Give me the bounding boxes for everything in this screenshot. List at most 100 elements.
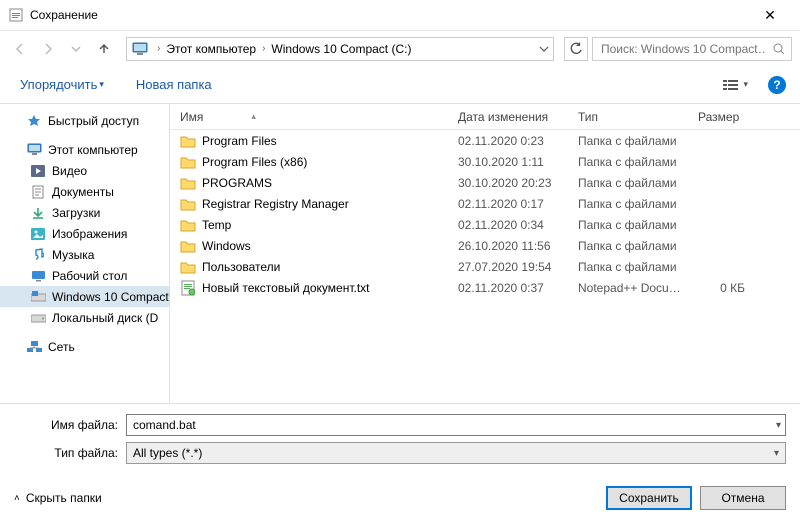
new-folder-button[interactable]: Новая папка — [130, 73, 218, 96]
sidebar-item-drive-d[interactable]: Локальный диск (D — [0, 307, 169, 328]
sidebar-item-drive-c[interactable]: Windows 10 Compact — [0, 286, 169, 307]
desktop-icon — [30, 268, 46, 284]
search-icon — [773, 43, 785, 55]
drive-icon — [30, 289, 46, 305]
file-row[interactable]: Program Files (x86) 30.10.2020 1:11Папка … — [170, 151, 800, 172]
network-icon — [26, 339, 42, 355]
file-row[interactable]: PROGRAMS 30.10.2020 20:23Папка с файлами — [170, 172, 800, 193]
video-icon — [30, 163, 46, 179]
file-date: 30.10.2020 20:23 — [450, 176, 570, 190]
view-options-button[interactable]: ▾ — [719, 75, 752, 95]
folder-icon — [180, 238, 196, 254]
document-icon — [30, 184, 46, 200]
chevron-right-icon: › — [262, 43, 265, 54]
breadcrumb-dropdown[interactable] — [539, 44, 549, 54]
column-header-name[interactable]: Имя ▴ — [170, 110, 450, 124]
app-icon — [8, 7, 24, 23]
text-file-icon — [180, 280, 196, 296]
breadcrumb[interactable]: › Этот компьютер › Windows 10 Compact (C… — [126, 37, 554, 61]
picture-icon — [30, 226, 46, 242]
file-type: Папка с файлами — [570, 239, 690, 253]
hide-folders-link[interactable]: ˄ Скрыть папки — [14, 491, 102, 505]
file-row[interactable]: Program Files 02.11.2020 0:23Папка с файл… — [170, 130, 800, 151]
file-name: PROGRAMS — [202, 176, 272, 190]
filename-field[interactable]: ▾ — [126, 414, 786, 436]
chevron-down-icon[interactable]: ▾ — [776, 420, 781, 431]
recent-button[interactable] — [64, 37, 88, 61]
sidebar-item-videos[interactable]: Видео — [0, 160, 169, 181]
star-icon — [26, 113, 42, 129]
file-name: Новый текстовый документ.txt — [202, 281, 370, 295]
folder-icon — [180, 154, 196, 170]
file-row[interactable]: Temp02.11.2020 0:34Папка с файлами — [170, 214, 800, 235]
file-name: Пользователи — [202, 260, 280, 274]
column-header-date[interactable]: Дата изменения — [450, 110, 570, 124]
sidebar-item-desktop[interactable]: Рабочий стол — [0, 265, 169, 286]
breadcrumb-item[interactable]: Этот компьютер — [164, 42, 258, 56]
column-header-type[interactable]: Тип — [570, 110, 690, 124]
filetype-select[interactable]: All types (*.*) ▾ — [126, 442, 786, 464]
back-button[interactable] — [8, 37, 32, 61]
filename-input[interactable] — [131, 417, 776, 433]
sort-asc-icon: ▴ — [251, 111, 256, 122]
file-row[interactable]: Windows 26.10.2020 11:56Папка с файлами — [170, 235, 800, 256]
organize-button[interactable]: Упорядочить ▾ — [14, 73, 110, 96]
sidebar-item-network[interactable]: Сеть — [0, 336, 169, 357]
help-button[interactable]: ? — [768, 76, 786, 94]
chevron-down-icon: ▾ — [774, 448, 779, 459]
folder-icon — [180, 175, 196, 191]
close-button[interactable]: ✕ — [750, 7, 790, 24]
search-input[interactable] — [599, 41, 767, 57]
file-date: 02.11.2020 0:37 — [450, 281, 570, 295]
file-date: 02.11.2020 0:17 — [450, 197, 570, 211]
file-name: Program Files (x86) — [202, 155, 307, 169]
column-header-size[interactable]: Размер — [690, 110, 800, 124]
file-type: Папка с файлами — [570, 197, 690, 211]
file-date: 26.10.2020 11:56 — [450, 239, 570, 253]
chevron-up-icon: ˄ — [14, 493, 20, 504]
breadcrumb-item[interactable]: Windows 10 Compact (C:) — [269, 42, 413, 56]
search-box[interactable] — [592, 37, 792, 61]
filetype-label: Тип файла: — [14, 446, 126, 460]
file-name: Windows — [202, 239, 251, 253]
folder-icon — [180, 196, 196, 212]
chevron-down-icon: ▾ — [99, 79, 104, 90]
folder-icon — [180, 133, 196, 149]
filename-label: Имя файла: — [14, 418, 126, 432]
download-icon — [30, 205, 46, 221]
save-button[interactable]: Сохранить — [606, 486, 692, 510]
folder-icon — [180, 259, 196, 275]
file-size: 0 КБ — [690, 281, 800, 295]
file-row[interactable]: Registrar Registry Manager 02.11.2020 0:1… — [170, 193, 800, 214]
pc-icon — [26, 142, 42, 158]
file-type: Папка с файлами — [570, 155, 690, 169]
file-date: 02.11.2020 0:23 — [450, 134, 570, 148]
drive-icon — [30, 310, 46, 326]
music-icon — [30, 247, 46, 263]
file-row[interactable]: Пользователи 27.07.2020 19:54Папка с файл… — [170, 256, 800, 277]
sidebar-item-quick-access[interactable]: Быстрый доступ — [0, 110, 169, 131]
sidebar-item-music[interactable]: Музыка — [0, 244, 169, 265]
file-name: Program Files — [202, 134, 277, 148]
file-date: 30.10.2020 1:11 — [450, 155, 570, 169]
window-title: Сохранение — [30, 8, 750, 22]
file-type: Notepad++ Docu… — [570, 281, 690, 295]
up-button[interactable] — [92, 37, 116, 61]
forward-button[interactable] — [36, 37, 60, 61]
sidebar-item-downloads[interactable]: Загрузки — [0, 202, 169, 223]
file-row[interactable]: Новый текстовый документ.txt 02.11.2020 0… — [170, 277, 800, 298]
chevron-right-icon: › — [157, 43, 160, 54]
file-type: Папка с файлами — [570, 176, 690, 190]
file-name: Registrar Registry Manager — [202, 197, 349, 211]
sidebar-item-pictures[interactable]: Изображения — [0, 223, 169, 244]
refresh-button[interactable] — [564, 37, 588, 61]
file-type: Папка с файлами — [570, 260, 690, 274]
sidebar-item-this-pc[interactable]: Этот компьютер — [0, 139, 169, 160]
file-date: 27.07.2020 19:54 — [450, 260, 570, 274]
file-date: 02.11.2020 0:34 — [450, 218, 570, 232]
sidebar-item-documents[interactable]: Документы — [0, 181, 169, 202]
sidebar: Быстрый доступ Этот компьютер Видео Доку… — [0, 104, 170, 403]
file-type: Папка с файлами — [570, 134, 690, 148]
folder-icon — [180, 217, 196, 233]
cancel-button[interactable]: Отмена — [700, 486, 786, 510]
